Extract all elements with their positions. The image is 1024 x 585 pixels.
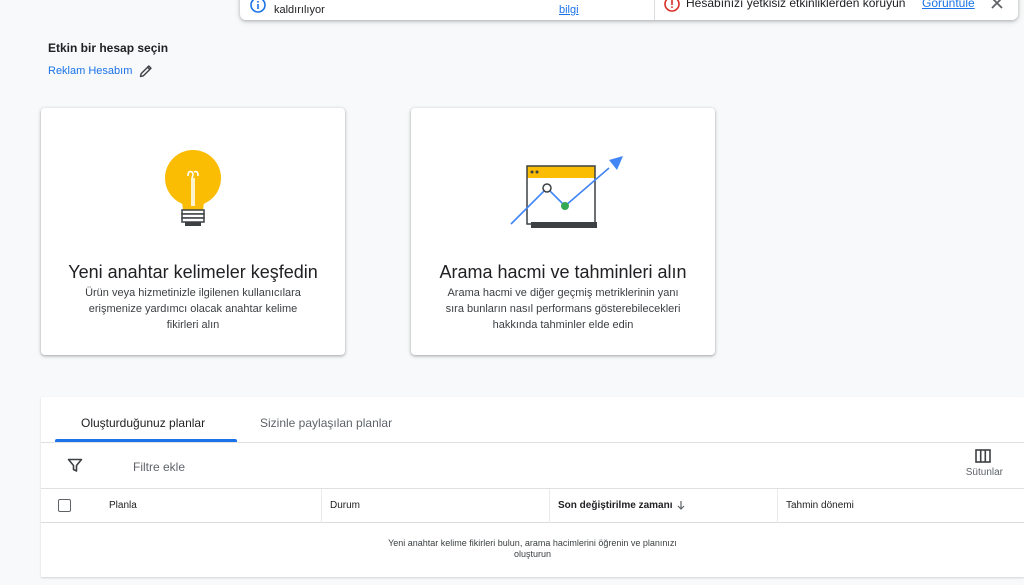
filter-bar: Filtre ekle Sütunlar [41,443,1024,489]
close-icon[interactable] [988,0,1006,12]
columns-icon [975,449,991,463]
info-icon [250,0,266,13]
arrow-down-icon [678,501,685,511]
card-title: Arama hacmi ve tahminleri alın [439,262,687,282]
card-description: Ürün veya hizmetinizle ilgilenen kullanı… [85,287,301,331]
card-description: Arama hacmi ve diğer geçmiş metriklerini… [445,287,681,331]
card-title: Yeni anahtar kelimeler keşfedin [68,262,318,282]
columns-label: Sütunlar [965,467,1003,478]
active-tab-indicator [55,439,237,442]
search-volume-card[interactable]: Arama hacmi ve tahminleri alın Arama hac… [411,108,715,355]
table-header: Planla Durum Son değiştirilme zamanı Tah… [41,489,1024,523]
notification-text: kaldırılıyor [274,4,325,16]
account-name[interactable]: Reklam Hesabım [48,65,132,77]
warning-icon [664,0,680,12]
trend-chart-icon [510,156,623,228]
tab-shared-plans[interactable]: Sizinle paylaşılan planlar [260,416,392,430]
lightbulb-icon [165,150,221,226]
notification-divider [654,0,655,20]
notification-info-link[interactable]: bilgi [559,4,579,16]
pencil-icon[interactable] [138,63,154,79]
plans-tabs: Oluşturduğunuz planlar Sizinle paylaşıla… [41,397,1024,443]
column-header-forecast-period[interactable]: Tahmin dönemi [777,489,1024,523]
column-header-status[interactable]: Durum [321,489,549,523]
account-selector[interactable]: Reklam Hesabım [48,63,154,79]
select-all-checkbox[interactable] [58,499,71,512]
empty-table-message: Yeni anahtar kelime fikirleri bulun, ara… [388,538,677,559]
discover-keywords-card[interactable]: Yeni anahtar kelimeler keşfedin Ürün vey… [41,108,345,355]
security-notification-text: Hesabınızı yetkisiz etkinliklerden koruy… [686,0,906,10]
tab-created-plans[interactable]: Oluşturduğunuz planlar [81,416,205,430]
add-filter-button[interactable]: Filtre ekle [133,460,185,474]
view-link[interactable]: Görüntüle [922,0,975,10]
column-header-last-modified[interactable]: Son değiştirilme zamanı [549,489,777,523]
columns-button[interactable]: Sütunlar [953,449,1013,483]
notification-bar: kaldırılıyor bilgi Hesabınızı yetkisiz e… [240,0,1018,20]
filter-icon[interactable] [67,457,83,473]
column-header-plan[interactable]: Planla [101,489,321,523]
account-heading: Etkin bir hesap seçin [48,41,169,55]
plans-panel: Oluşturduğunuz planlar Sizinle paylaşıla… [41,397,1024,577]
